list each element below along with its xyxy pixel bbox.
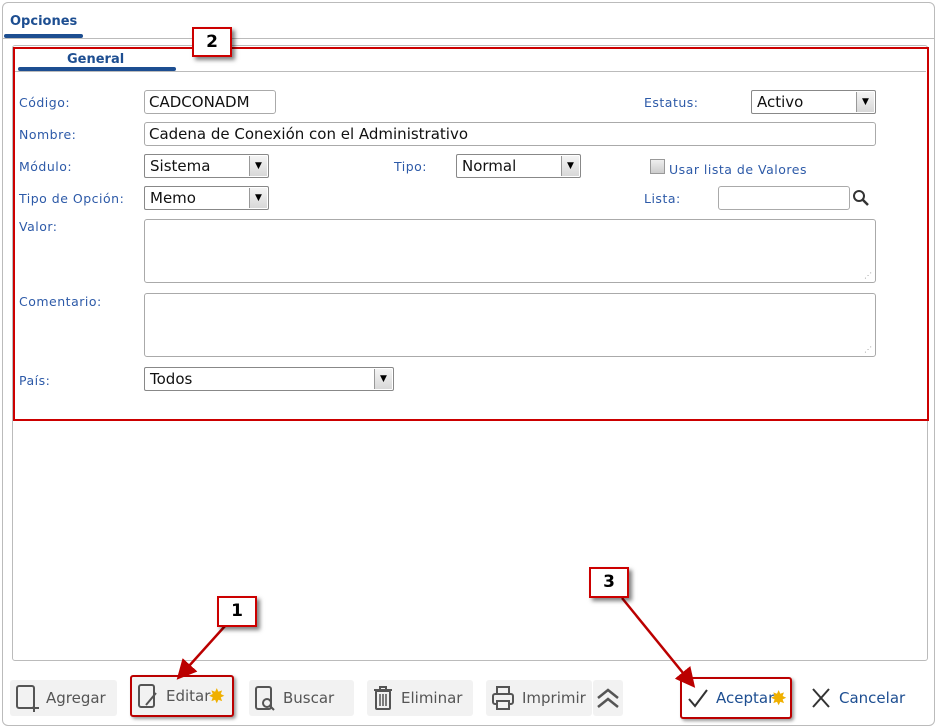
tab-opciones[interactable]: Opciones [10,14,77,29]
chevron-double-up-icon [597,688,619,708]
eliminar-label: Eliminar [401,689,463,707]
cursor-click-icon: ✸ [208,684,226,708]
close-icon [812,688,830,708]
agregar-button[interactable]: Agregar [10,680,117,716]
search-doc-icon [255,686,275,711]
cursor-click-icon: ✸ [770,686,788,710]
buscar-label: Buscar [283,689,335,707]
cancelar-label: Cancelar [839,689,906,707]
aceptar-button[interactable]: Aceptar ✸ [680,677,792,719]
check-icon [688,689,708,708]
annotation-box-form [13,47,929,421]
callout-3: 3 [589,567,629,598]
imprimir-label: Imprimir [522,689,586,707]
cancelar-button[interactable]: Cancelar [805,680,910,716]
eliminar-button[interactable]: Eliminar [367,680,473,716]
add-icon [16,685,39,712]
buscar-button[interactable]: Buscar [249,680,354,716]
collapse-button[interactable] [593,680,623,716]
editar-button[interactable]: Editar ✸ [130,675,234,717]
callout-1: 1 [217,596,257,627]
agregar-label: Agregar [46,689,106,707]
divider [3,38,934,39]
edit-icon [138,684,157,708]
imprimir-button[interactable]: Imprimir [486,680,592,716]
printer-icon [492,686,514,710]
trash-icon [374,686,392,710]
callout-2: 2 [192,27,232,57]
editar-label: Editar [166,687,211,705]
aceptar-label: Aceptar [716,689,775,707]
